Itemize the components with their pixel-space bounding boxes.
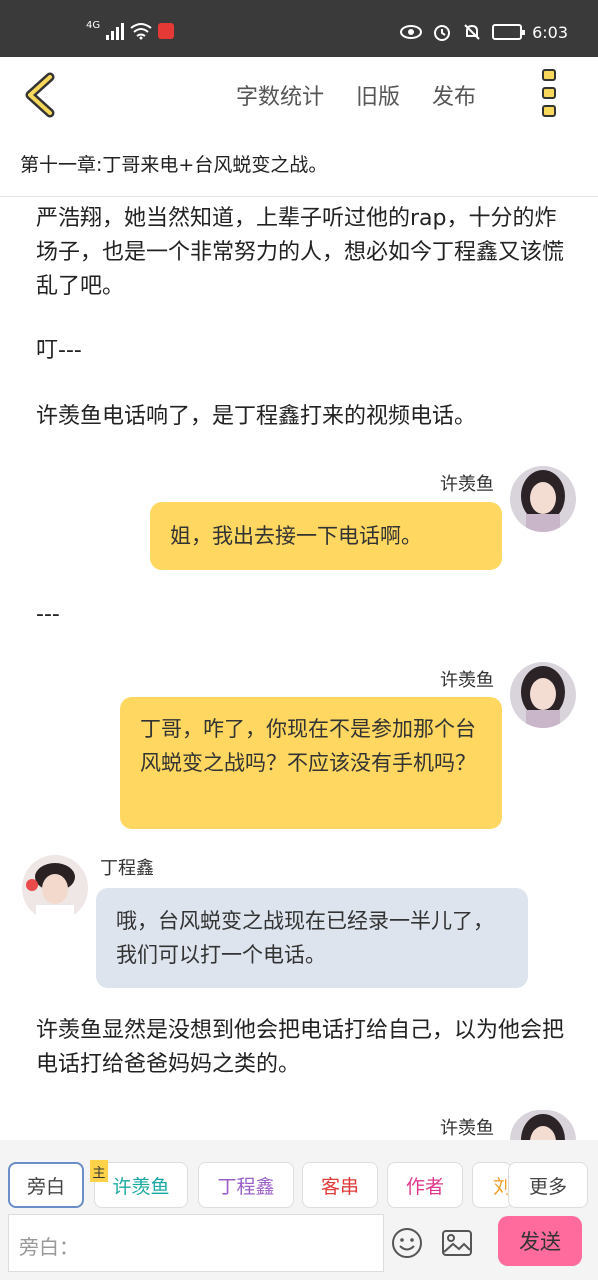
mute-bell-icon [464, 24, 480, 40]
alarm-icon [434, 25, 451, 41]
role-chip-author[interactable]: 作者 [387, 1162, 463, 1208]
narration-paragraph[interactable]: 叮--- [36, 334, 566, 368]
send-button[interactable]: 发送 [498, 1216, 582, 1266]
role-chip-guest[interactable]: 客串 [302, 1162, 378, 1208]
narration-paragraph[interactable]: 许羡鱼显然是没想到他会把电话打给自己，以为他会把电话打给爸爸妈妈之类的。 [36, 1014, 566, 1082]
avatar[interactable] [22, 855, 88, 921]
publish-button[interactable]: 发布 [432, 79, 476, 111]
speaker-name: 许羡鱼 [440, 1118, 494, 1139]
app-notification-icon [158, 23, 175, 39]
app-bar: 字数统计 旧版 发布 [0, 57, 598, 133]
status-left: 4G [86, 19, 175, 40]
network-type: 4G [86, 19, 101, 31]
back-arrow-icon[interactable] [20, 71, 60, 119]
message-input[interactable]: 旁白： [8, 1214, 384, 1272]
status-right: 6:03 [400, 22, 568, 42]
avatar[interactable] [510, 662, 576, 728]
speaker-name: 许羡鱼 [440, 474, 494, 495]
avatar[interactable] [510, 1110, 576, 1140]
chat-bubble-self[interactable]: 姐，我出去接一下电话啊。 [150, 502, 502, 570]
role-chip-xu[interactable]: 许羡鱼 [94, 1162, 188, 1208]
clock: 6:03 [532, 22, 568, 42]
speaker-name: 许羡鱼 [440, 670, 494, 691]
eye-icon [400, 25, 423, 39]
narration-paragraph[interactable]: 许羡鱼电话响了，是丁程鑫打来的视频电话。 [36, 400, 566, 434]
speaker-name: 丁程鑫 [100, 858, 154, 879]
app-bar-menu: 字数统计 旧版 发布 [236, 79, 476, 111]
chapter-title[interactable]: 第十一章:丁哥来电+台风蜕变之战。 [20, 150, 327, 177]
word-count-button[interactable]: 字数统计 [236, 79, 324, 111]
chat-bubble-other[interactable]: 哦，台风蜕变之战现在已经录一半儿了，我们可以打一个电话。 [96, 888, 528, 988]
wifi-icon [130, 23, 152, 40]
old-version-button[interactable]: 旧版 [356, 79, 400, 111]
role-chip-liu[interactable]: 刘 [472, 1162, 512, 1208]
main-character-badge: 主 [90, 1160, 108, 1182]
signal-icon [106, 22, 125, 40]
emoji-icon[interactable] [390, 1226, 424, 1260]
divider [0, 196, 598, 197]
image-icon[interactable] [440, 1226, 474, 1260]
status-bar: 4G 6:03 [0, 0, 598, 57]
narration-paragraph[interactable]: 严浩翔，她当然知道，上辈子听过他的rap，十分的炸场子，也是一个非常努力的人，想… [36, 202, 566, 304]
narration-paragraph[interactable]: --- [36, 598, 566, 632]
more-menu-icon[interactable] [542, 69, 558, 117]
role-chip-narration[interactable]: 旁白 [8, 1162, 84, 1208]
battery-icon [492, 24, 526, 40]
role-chip-ding[interactable]: 丁程鑫 [198, 1162, 294, 1208]
chat-bubble-self[interactable]: 丁哥，咋了，你现在不是参加那个台风蜕变之战吗？不应该没有手机吗？ [120, 697, 502, 829]
more-roles-button[interactable]: 更多 [508, 1162, 588, 1208]
avatar[interactable] [510, 466, 576, 532]
